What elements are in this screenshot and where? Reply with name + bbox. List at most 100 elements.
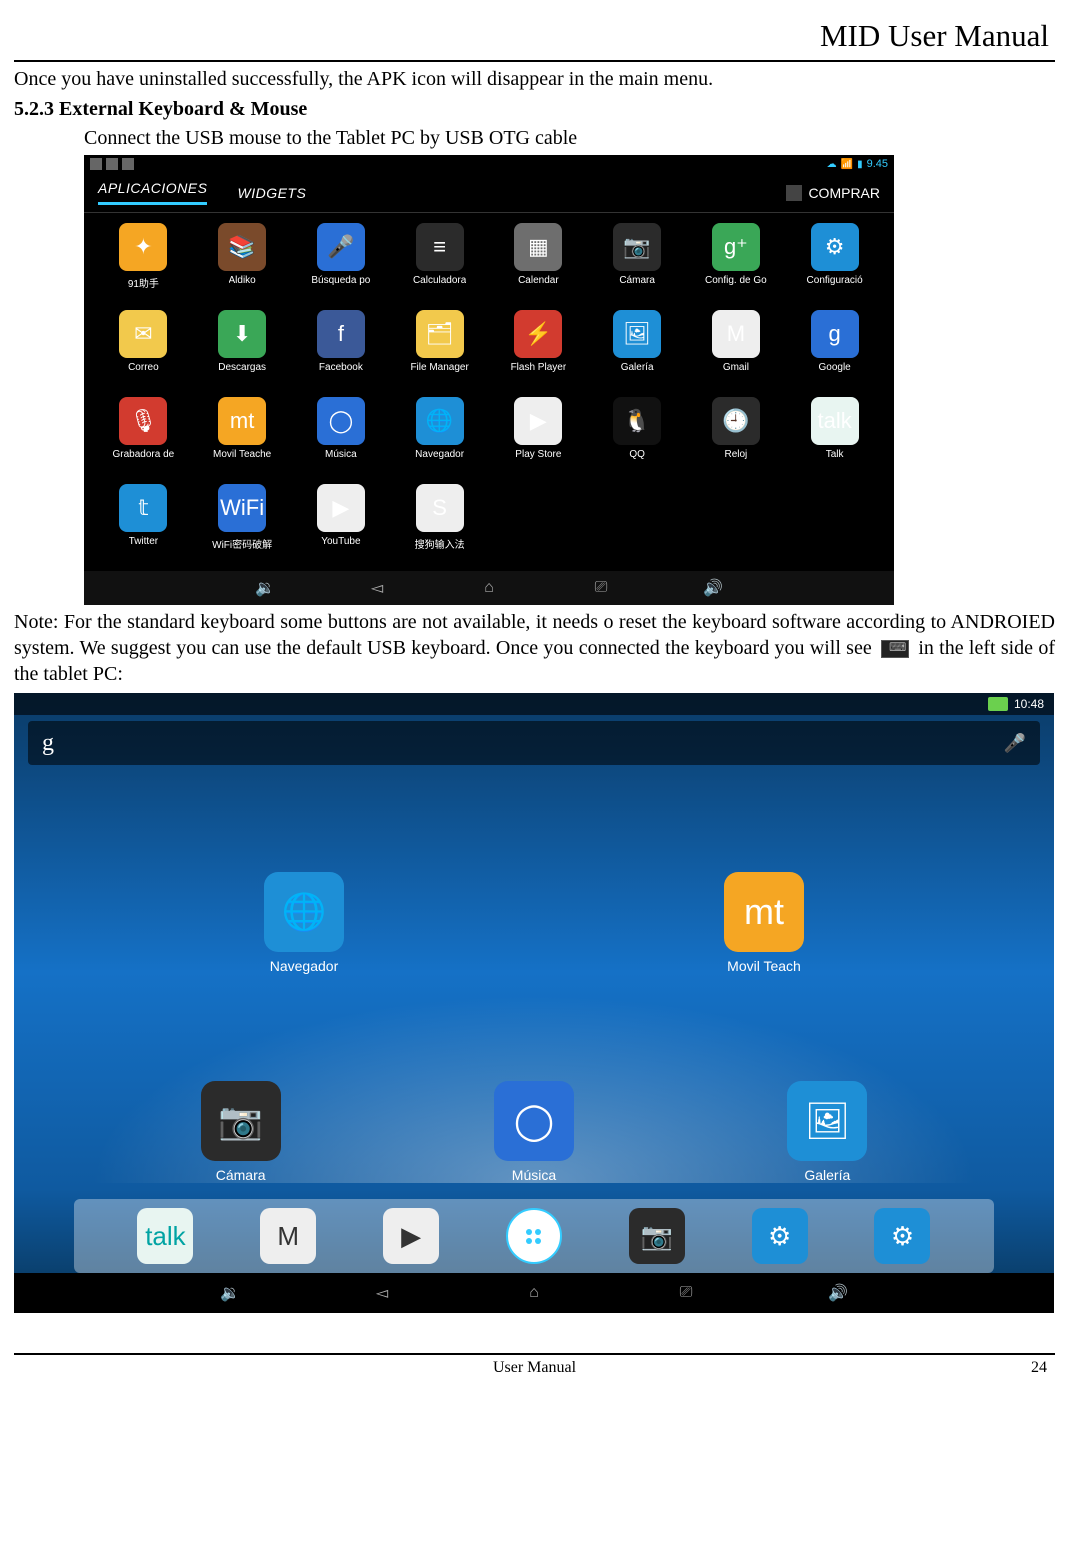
status-bar: ☁ 📶 ▮ 9.45: [84, 155, 894, 173]
nav-back-icon[interactable]: ◅: [371, 1282, 393, 1304]
app-item[interactable]: ▶Play Store: [491, 397, 586, 478]
nav-volume-up-icon[interactable]: 🔊: [702, 577, 724, 599]
nav-volume-down-icon[interactable]: 🔉: [254, 577, 276, 599]
app-label: Cámara: [619, 275, 655, 286]
status-icon: [90, 158, 102, 170]
app-icon: ≡: [416, 223, 464, 271]
status-time: 9.45: [867, 158, 888, 170]
app-item[interactable]: 🎤Búsqueda po: [294, 223, 389, 304]
intro-paragraph: Once you have uninstalled successfully, …: [14, 66, 1055, 92]
tab-shop[interactable]: COMPRAR: [786, 185, 880, 201]
app-icon: ✉: [119, 310, 167, 358]
app-label: Calendar: [518, 275, 559, 286]
tab-apps[interactable]: APLICACIONES: [98, 180, 207, 205]
app-item[interactable]: 🗂 File Manager: [392, 310, 487, 391]
battery-icon: ▮: [857, 159, 863, 170]
app-icon: ⚡: [514, 310, 562, 358]
app-label: Aldiko: [229, 275, 256, 286]
app-icon: 🎙: [119, 397, 167, 445]
app-item[interactable]: 𝕥Twitter: [96, 484, 191, 565]
home-app[interactable]: 🌐Navegador: [264, 872, 344, 974]
app-label: Música: [325, 449, 357, 460]
app-item[interactable]: S 搜狗输入法: [392, 484, 487, 565]
app-item[interactable]: ✦91助手: [96, 223, 191, 304]
app-item[interactable]: 📷 Cámara: [590, 223, 685, 304]
nav-recent-icon[interactable]: ⎚: [675, 1282, 697, 1304]
dock-settings2[interactable]: ⚙: [874, 1208, 930, 1264]
mic-icon[interactable]: 🎤: [1004, 733, 1026, 754]
status-bar: 10:48: [14, 693, 1054, 715]
app-label: Reloj: [724, 449, 747, 460]
app-item[interactable]: ⚙Configuració: [787, 223, 882, 304]
apps-drawer-button[interactable]: [506, 1208, 562, 1264]
dock-play[interactable]: ▶: [383, 1208, 439, 1264]
app-item[interactable]: mtMovil Teache: [195, 397, 290, 478]
status-icon: [122, 158, 134, 170]
app-label: Grabadora de: [113, 449, 175, 460]
app-item[interactable]: 🎙 Grabadora de: [96, 397, 191, 478]
app-item[interactable]: 🖼Galería: [590, 310, 685, 391]
app-item[interactable]: ✉Correo: [96, 310, 191, 391]
dock-camera[interactable]: 📷: [629, 1208, 685, 1264]
dock-talk[interactable]: talk: [137, 1208, 193, 1264]
keyboard-icon: [881, 640, 909, 658]
app-label: Twitter: [129, 536, 158, 547]
app-label: WiFi密码破解: [212, 536, 272, 551]
page-number: 24: [1007, 1359, 1047, 1377]
app-item[interactable]: g Google: [787, 310, 882, 391]
page-footer: User Manual 24: [14, 1355, 1055, 1377]
footer-text: User Manual: [62, 1359, 1007, 1377]
app-item[interactable]: ▶YouTube: [294, 484, 389, 565]
app-item[interactable]: ⬇Descargas: [195, 310, 290, 391]
app-item[interactable]: 🐧QQ: [590, 397, 685, 478]
app-label: Navegador: [415, 449, 464, 460]
section-line: Connect the USB mouse to the Tablet PC b…: [84, 125, 1055, 151]
nav-home-icon[interactable]: ⌂: [478, 577, 500, 599]
app-icon: 🕘: [712, 397, 760, 445]
app-icon: ⚙: [811, 223, 859, 271]
home-app[interactable]: 🖼Galería: [787, 1081, 867, 1183]
app-item[interactable]: ≡Calculadora: [392, 223, 487, 304]
nav-volume-up-icon[interactable]: 🔊: [827, 1282, 849, 1304]
nav-back-icon[interactable]: ◅: [366, 577, 388, 599]
app-icon: g: [811, 310, 859, 358]
nav-recent-icon[interactable]: ⎚: [590, 577, 612, 599]
shop-label: COMPRAR: [808, 185, 880, 201]
app-icon: g⁺: [712, 223, 760, 271]
google-search-bar[interactable]: g 🎤: [28, 721, 1040, 765]
app-icon: 🎤: [317, 223, 365, 271]
app-label: Talk: [826, 449, 844, 460]
dock-gmail[interactable]: M: [260, 1208, 316, 1264]
app-item[interactable]: 🌐Navegador: [392, 397, 487, 478]
app-item[interactable]: ◯Música: [294, 397, 389, 478]
app-item[interactable]: 🕘 Reloj: [689, 397, 784, 478]
home-app[interactable]: ◯Música: [494, 1081, 574, 1183]
app-icon: 📷: [201, 1081, 281, 1161]
app-item[interactable]: ⚡Flash Player: [491, 310, 586, 391]
app-item[interactable]: g⁺Config. de Go: [689, 223, 784, 304]
nav-home-icon[interactable]: ⌂: [523, 1282, 545, 1304]
app-item[interactable]: MGmail: [689, 310, 784, 391]
app-icon: ▦: [514, 223, 562, 271]
tab-widgets[interactable]: WIDGETS: [237, 185, 306, 201]
nav-bar: 🔉 ◅ ⌂ ⎚ 🔊: [14, 1273, 1054, 1313]
note-paragraph: Note: For the standard keyboard some but…: [14, 609, 1055, 687]
app-label: Play Store: [515, 449, 561, 460]
app-label: 搜狗输入法: [415, 536, 465, 551]
nav-volume-down-icon[interactable]: 🔉: [219, 1282, 241, 1304]
dock: talk M ▶ 📷 ⚙ ⚙: [74, 1199, 994, 1273]
app-item[interactable]: talkTalk: [787, 397, 882, 478]
app-item[interactable]: ▦ Calendar: [491, 223, 586, 304]
app-label: File Manager: [410, 362, 468, 373]
home-app[interactable]: 📷Cámara: [201, 1081, 281, 1183]
app-item[interactable]: WiFiWiFi密码破解: [195, 484, 290, 565]
app-icon: 🗂: [416, 310, 464, 358]
app-icon: S: [416, 484, 464, 532]
home-row-top: 🌐Navegador mtMovil Teach: [14, 765, 1054, 1081]
dock-settings1[interactable]: ⚙: [752, 1208, 808, 1264]
app-icon: 📷: [613, 223, 661, 271]
app-item[interactable]: 📚Aldiko: [195, 223, 290, 304]
app-item[interactable]: fFacebook: [294, 310, 389, 391]
home-app[interactable]: mtMovil Teach: [724, 872, 804, 974]
app-label: Google: [819, 362, 851, 373]
